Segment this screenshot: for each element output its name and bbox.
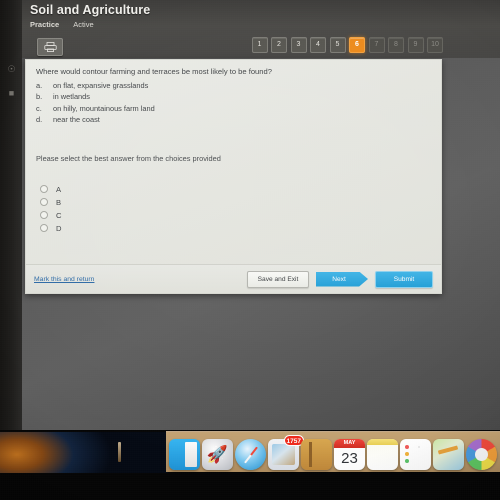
question-panel-body: Where would contour farming and terraces…	[26, 60, 441, 264]
answer-options-group[interactable]: A B C D	[36, 183, 431, 235]
pager-item-3[interactable]: 3	[290, 37, 307, 53]
desktop-wallpaper-strip	[0, 432, 168, 473]
sidebar-glyph-one: ☉	[7, 64, 16, 74]
pager-item-2[interactable]: 2	[271, 37, 287, 53]
question-choice-a: a. on flat, expansive grasslands	[36, 80, 431, 91]
question-stem: Where would contour farming and terraces…	[36, 67, 272, 76]
reminders-icon[interactable]	[400, 439, 431, 470]
choice-text-a: on flat, expansive grasslands	[53, 80, 149, 90]
answer-label-d: D	[56, 223, 62, 233]
instruction-text: Please select the best answer from the c…	[36, 153, 221, 163]
calendar-icon[interactable]: MAY 23	[334, 439, 365, 470]
answer-option-b[interactable]: B	[36, 196, 431, 209]
answer-option-a[interactable]: A	[36, 183, 431, 196]
question-choice-c: c. on hilly, mountainous farm land	[36, 103, 431, 114]
radio-button-c[interactable]	[40, 211, 48, 220]
save-and-exit-button[interactable]: Save and Exit	[247, 270, 309, 288]
safari-icon[interactable]	[235, 439, 266, 470]
mode-label: Practice	[30, 20, 60, 29]
submit-button[interactable]: Submit	[375, 270, 433, 288]
choice-letter-a: a.	[36, 80, 43, 90]
calendar-day-label: 23	[341, 450, 358, 467]
answer-label-b: B	[56, 197, 62, 207]
calendar-month-label: MAY	[334, 439, 365, 448]
radio-button-b[interactable]	[40, 198, 48, 207]
pager-item-5[interactable]: 5	[329, 37, 346, 53]
launchpad-icon[interactable]	[202, 439, 233, 470]
left-edge-strip: ☉ ■	[0, 0, 22, 430]
choice-letter-b: b.	[36, 92, 43, 102]
pager-item-10: 10	[427, 37, 443, 53]
maps-icon[interactable]	[433, 439, 464, 470]
macos-dock[interactable]: 1757 MAY 23	[166, 431, 500, 472]
radio-button-d[interactable]	[40, 224, 48, 233]
finder-icon[interactable]	[169, 439, 200, 470]
radio-button-a[interactable]	[40, 185, 48, 194]
contacts-icon[interactable]	[301, 439, 332, 470]
answer-label-c: C	[56, 210, 62, 220]
choice-text-c: on hilly, mountainous farm land	[53, 103, 155, 113]
question-pager[interactable]: 1 2 3 4 5 6 7 8 9 10	[251, 37, 443, 53]
pager-item-7: 7	[368, 37, 385, 53]
choice-text-d: near the coast	[53, 115, 100, 125]
mail-icon[interactable]: 1757	[268, 435, 304, 470]
question-choice-d: d. near the coast	[36, 114, 431, 125]
pager-item-4[interactable]: 4	[310, 37, 326, 53]
photos-icon[interactable]	[466, 439, 497, 470]
choice-text-b: in wetlands	[53, 92, 90, 102]
app-topbar: Soil and Agriculture Practice Active 1 2…	[22, 0, 500, 58]
mark-this-and-return-link[interactable]: Mark this and return	[34, 276, 94, 283]
sidebar-glyph-two: ■	[8, 88, 15, 98]
question-panel: Where would contour farming and terraces…	[25, 59, 442, 294]
choice-letter-d: d.	[36, 115, 43, 125]
answer-option-d[interactable]: D	[36, 222, 431, 235]
pager-item-9: 9	[407, 37, 424, 53]
pager-item-1[interactable]: 1	[251, 37, 268, 53]
pager-item-8: 8	[388, 37, 404, 53]
pager-item-6-current[interactable]: 6	[349, 37, 365, 53]
footer-button-group: Save and Exit Next Submit	[247, 270, 433, 288]
course-meta-row: Practice Active	[30, 20, 150, 29]
screen-photo: ☉ ■ Soil and Agriculture Practice Active…	[0, 0, 500, 500]
next-button[interactable]: Next	[316, 271, 368, 287]
printer-icon[interactable]	[37, 38, 63, 56]
question-panel-footer: Mark this and return Save and Exit Next …	[26, 264, 441, 293]
status-badge: Active	[73, 20, 94, 29]
answer-label-a: A	[56, 184, 62, 194]
page-title: Soil and Agriculture	[30, 3, 151, 17]
question-choice-b: b. in wetlands	[36, 91, 431, 102]
title-block: Soil and Agriculture Practice Active	[30, 3, 150, 29]
choice-letter-c: c.	[36, 103, 42, 113]
answer-option-c[interactable]: C	[36, 209, 431, 222]
notes-icon[interactable]	[367, 439, 398, 470]
